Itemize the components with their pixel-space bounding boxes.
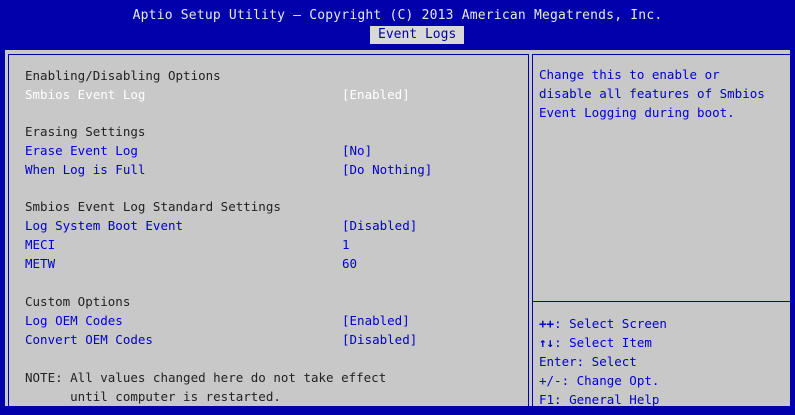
setting-value[interactable]: 1: [342, 236, 350, 253]
setting-convert-oem-codes[interactable]: Convert OEM Codes [Disabled]: [25, 331, 525, 348]
setting-label: MECI: [25, 237, 56, 252]
key-enter: Enter: Select: [539, 354, 637, 369]
setting-log-system-boot-event[interactable]: Log System Boot Event [Disabled]: [25, 217, 525, 234]
arrows-up-down-icon: ↑↓: [539, 335, 555, 350]
section-heading-standard: Smbios Event Log Standard Settings: [25, 199, 281, 214]
help-divider: [533, 301, 790, 302]
key-change-opt: +/-: Change Opt.: [539, 373, 660, 388]
arrows-left-right-icon: ++: [539, 316, 555, 331]
setting-value[interactable]: [Enabled]: [342, 86, 410, 103]
setting-label: Log OEM Codes: [25, 313, 123, 328]
key-general-help: F1: General Help: [539, 392, 660, 407]
setting-label: Log System Boot Event: [25, 218, 184, 233]
setting-value[interactable]: [No]: [342, 142, 372, 159]
settings-pane: Enabling/Disabling Options Smbios Event …: [8, 54, 529, 415]
setting-metw[interactable]: METW 60: [25, 255, 525, 272]
section-heading-enabling: Enabling/Disabling Options: [25, 68, 221, 83]
key-select-screen: ++: Select Screen: [539, 316, 667, 331]
help-pane: Change this to enable or disable all fea…: [532, 54, 791, 415]
setting-log-oem-codes[interactable]: Log OEM Codes [Enabled]: [25, 312, 525, 329]
setting-value[interactable]: [Enabled]: [342, 312, 410, 329]
setting-value[interactable]: [Do Nothing]: [342, 161, 432, 178]
main-panel: Enabling/Disabling Options Smbios Event …: [5, 50, 791, 415]
setting-label: METW: [25, 256, 56, 271]
help-description: Change this to enable or disable all fea…: [539, 67, 765, 120]
key-select-item: ↑↓: Select Item: [539, 335, 652, 350]
section-heading-custom: Custom Options: [25, 294, 131, 309]
section-heading-erasing: Erasing Settings: [25, 124, 146, 139]
setting-label: When Log is Full: [25, 162, 146, 177]
setting-value[interactable]: 60: [342, 255, 357, 272]
setting-value[interactable]: [Disabled]: [342, 217, 417, 234]
setting-meci[interactable]: MECI 1: [25, 236, 525, 253]
setting-value[interactable]: [Disabled]: [342, 331, 417, 348]
setting-smbios-event-log[interactable]: Smbios Event Log [Enabled]: [25, 86, 525, 103]
app-title: Aptio Setup Utility – Copyright (C) 2013…: [132, 8, 663, 23]
title-bar: Aptio Setup Utility – Copyright (C) 2013…: [0, 0, 795, 48]
setting-label: Erase Event Log: [25, 143, 138, 158]
setting-label: Smbios Event Log: [25, 87, 146, 102]
tab-event-logs[interactable]: Event Logs: [370, 26, 465, 44]
note-line-2: until computer is restarted.: [25, 389, 281, 404]
setting-erase-event-log[interactable]: Erase Event Log [No]: [25, 142, 525, 159]
setting-label: Convert OEM Codes: [25, 332, 153, 347]
note-line-1: NOTE: All values changed here do not tak…: [25, 370, 387, 385]
setting-when-log-full[interactable]: When Log is Full [Do Nothing]: [25, 161, 525, 178]
